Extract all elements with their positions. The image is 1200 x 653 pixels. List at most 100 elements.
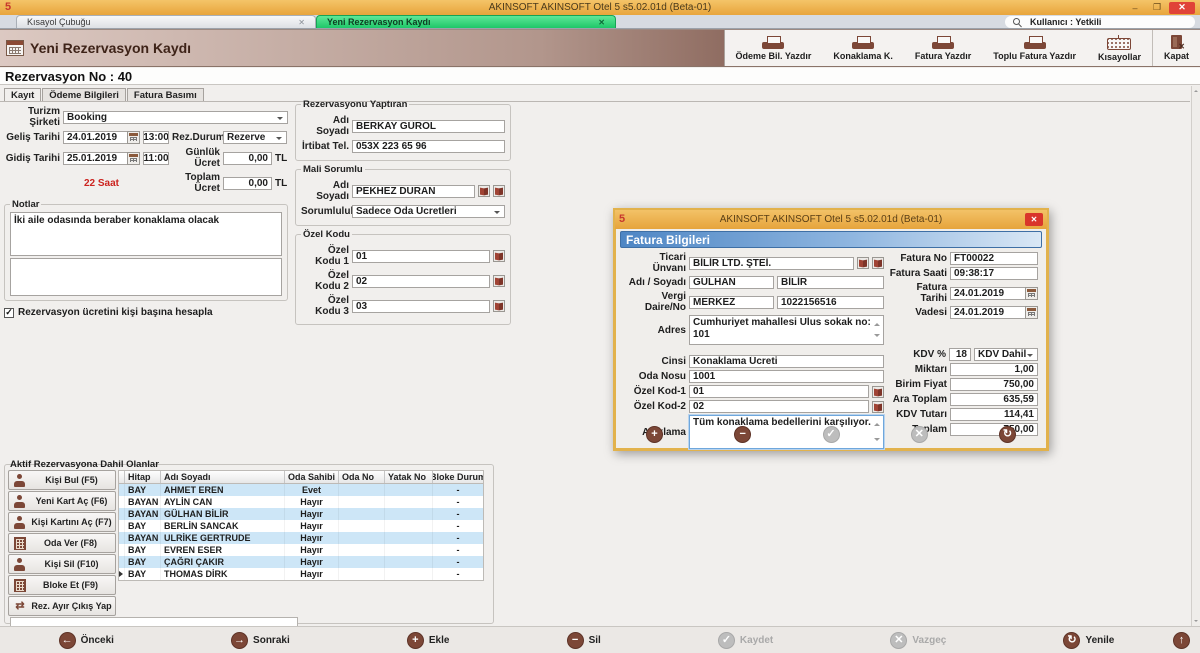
kdv-tip-select[interactable]: KDV Dahil <box>974 348 1038 361</box>
fatura-saati-field[interactable]: 09:38:17 <box>950 267 1038 280</box>
close-button[interactable]: ✕ <box>1169 2 1195 14</box>
calendar-picker-icon[interactable] <box>127 152 140 165</box>
sonraki-button[interactable]: → Sonraki <box>231 632 290 649</box>
adi-field[interactable]: GÜLHAN <box>689 276 774 289</box>
table-row[interactable]: BAY AHMET EREN Evet - <box>119 484 483 496</box>
vadesi-value[interactable]: 24.01.2019 <box>950 306 1025 319</box>
col-bloke-durum[interactable]: Bloke Durum <box>433 471 483 483</box>
table-row[interactable]: BAYAN GÜLHAN BİLİR Hayır - <box>119 508 483 520</box>
sorumluluk-select[interactable]: Sadece Oda Ücretleri <box>352 205 505 218</box>
lookup-book-icon[interactable] <box>493 275 505 287</box>
minimize-button[interactable]: – <box>1125 2 1145 14</box>
dialog-close-button[interactable]: ✕ <box>1025 213 1043 226</box>
gelis-tarihi-field[interactable]: 24.01.2019 <box>63 131 140 144</box>
fatura-no-field[interactable]: FT00022 <box>950 252 1038 265</box>
remove-line-button[interactable]: − <box>734 426 751 443</box>
mali-adi-field[interactable]: PEKHEZ DURAN <box>352 185 475 198</box>
ozel-kod-1-field[interactable]: 01 <box>689 385 869 398</box>
irtibat-tel-field[interactable]: 053X 223 65 96 <box>352 140 505 153</box>
miktari-field[interactable]: 1,00 <box>950 363 1038 376</box>
calendar-picker-icon[interactable] <box>1025 287 1038 300</box>
col-yatak-no[interactable]: Yatak No <box>385 471 433 483</box>
ozel-kodu-2-field[interactable]: 02 <box>352 275 490 288</box>
tab-close-icon[interactable]: ✕ <box>598 18 605 27</box>
gelis-saat-field[interactable]: 13:00 <box>143 131 169 144</box>
turizm-sirketi-select[interactable]: Booking <box>63 111 288 124</box>
print-invoice-button[interactable]: Fatura Yazdır <box>904 30 982 66</box>
sil-button[interactable]: − Sil <box>567 632 601 649</box>
bloke-et-button[interactable]: Bloke Et (F9) <box>8 575 116 595</box>
ozel-kodu-1-field[interactable]: 01 <box>352 250 490 263</box>
gidis-tarihi-field[interactable]: 25.01.2019 <box>63 152 140 165</box>
birim-fiyat-field[interactable]: 750,00 <box>950 378 1038 391</box>
tab-yeni-rezervasyon[interactable]: Yeni Rezervasyon Kaydı ✕ <box>316 15 616 28</box>
yaptiran-adi-field[interactable]: BERKAY GÜROL <box>352 120 505 133</box>
kisi-sil-button[interactable]: Kişi Sil (F10) <box>8 554 116 574</box>
ticari-unvani-field[interactable]: BİLİR LTD. ŞTEİ. <box>689 257 854 270</box>
soyadi-field[interactable]: BİLİR <box>777 276 884 289</box>
vergi-no-field[interactable]: 1022156516 <box>777 296 884 309</box>
table-row-current[interactable]: BAY THOMAS DİRK Hayır - <box>119 568 483 580</box>
calendar-picker-icon[interactable] <box>1025 306 1038 319</box>
cinsi-field[interactable]: Konaklama Ücreti <box>689 355 884 368</box>
ekle-button[interactable]: + Ekle <box>407 632 450 649</box>
fatura-tarihi-field[interactable]: 24.01.2019 <box>950 287 1038 300</box>
table-row[interactable]: BAY ÇAĞRI ÇAKIR Hayır - <box>119 556 483 568</box>
adres-textarea[interactable]: Cumhuriyet mahallesi Ulus sokak no: 101 <box>689 315 884 345</box>
lookup-book-icon[interactable] <box>493 300 505 312</box>
tab-close-icon[interactable]: ✕ <box>298 18 305 27</box>
ozel-kod-2-field[interactable]: 02 <box>689 400 869 413</box>
kisi-kartini-ac-button[interactable]: Kişi Kartını Aç (F7) <box>8 512 116 532</box>
kisi-bul-button[interactable]: Kişi Bul (F5) <box>8 470 116 490</box>
rez-ayir-cikis-button[interactable]: ⇄ Rez. Ayır Çıkış Yap <box>8 596 116 616</box>
tab-kayit[interactable]: Kayıt <box>4 88 41 101</box>
lookup-book-icon[interactable] <box>857 257 869 269</box>
scroll-down-icon[interactable] <box>874 334 880 340</box>
tab-odeme-bilgileri[interactable]: Ödeme Bilgileri <box>42 88 126 101</box>
refresh-line-button[interactable]: ↻ <box>999 426 1016 443</box>
col-oda-sahibi[interactable]: Oda Sahibi <box>285 471 339 483</box>
shortcuts-button[interactable]: Kısayollar <box>1087 30 1152 66</box>
gunluk-ucret-field[interactable]: 0,00 <box>223 152 272 165</box>
lookup-book-icon[interactable] <box>478 185 490 197</box>
gelis-tarihi-value[interactable]: 24.01.2019 <box>63 131 127 144</box>
toplam-ucret-field[interactable]: 0,00 <box>223 177 272 190</box>
add-line-button[interactable]: + <box>646 426 663 443</box>
vertical-scrollbar[interactable] <box>1191 86 1200 626</box>
lookup-book-icon[interactable] <box>872 386 884 398</box>
lookup-book-icon[interactable] <box>493 185 505 197</box>
table-row[interactable]: BAY BERLİN SANCAK Hayır - <box>119 520 483 532</box>
print-bulk-invoice-button[interactable]: Toplu Fatura Yazdır <box>982 30 1087 66</box>
fatura-tarihi-value[interactable]: 24.01.2019 <box>950 287 1025 300</box>
rez-durum-select[interactable]: Rezerve <box>223 131 287 144</box>
lookup-book-icon[interactable] <box>493 250 505 262</box>
table-row[interactable]: BAY EVREN ESER Hayır - <box>119 544 483 556</box>
kisi-basina-checkbox[interactable]: ✓ <box>4 308 14 318</box>
oda-nosu-field[interactable]: 1001 <box>689 370 884 383</box>
tab-kisayol-cubugu[interactable]: Kısayol Çubuğu ✕ <box>16 15 316 28</box>
kdv-tutari-field[interactable]: 114,41 <box>950 408 1038 421</box>
yeni-kart-ac-button[interactable]: Yeni Kart Aç (F6) <box>8 491 116 511</box>
col-hitap[interactable]: Hitap <box>125 471 161 483</box>
gidis-saat-field[interactable]: 11:00 <box>143 152 169 165</box>
notlar-textarea-2[interactable] <box>10 258 282 296</box>
vergi-daire-field[interactable]: MERKEZ <box>689 296 774 309</box>
search-icon[interactable] <box>1013 18 1022 27</box>
ara-toplam-field[interactable]: 635,59 <box>950 393 1038 406</box>
yenile-button[interactable]: ↻ Yenile <box>1063 632 1114 649</box>
notlar-textarea[interactable]: İki aile odasında beraber konaklama olac… <box>10 212 282 256</box>
accommodation-card-button[interactable]: Konaklama K. <box>822 30 904 66</box>
lookup-book-icon[interactable] <box>872 257 884 269</box>
ozel-kodu-3-field[interactable]: 03 <box>352 300 490 313</box>
calendar-picker-icon[interactable] <box>127 131 140 144</box>
col-oda-no[interactable]: Oda No <box>339 471 385 483</box>
oda-ver-button[interactable]: Oda Ver (F8) <box>8 533 116 553</box>
vadesi-field[interactable]: 24.01.2019 <box>950 306 1038 319</box>
close-page-button[interactable]: Kapat <box>1152 30 1200 66</box>
lookup-book-icon[interactable] <box>872 401 884 413</box>
gidis-tarihi-value[interactable]: 25.01.2019 <box>63 152 127 165</box>
scroll-top-button[interactable]: ↑ <box>1173 632 1190 649</box>
tab-fatura-basimi[interactable]: Fatura Basımı <box>127 88 204 101</box>
maximize-button[interactable]: ❐ <box>1147 2 1167 14</box>
scroll-up-icon[interactable] <box>874 320 880 326</box>
